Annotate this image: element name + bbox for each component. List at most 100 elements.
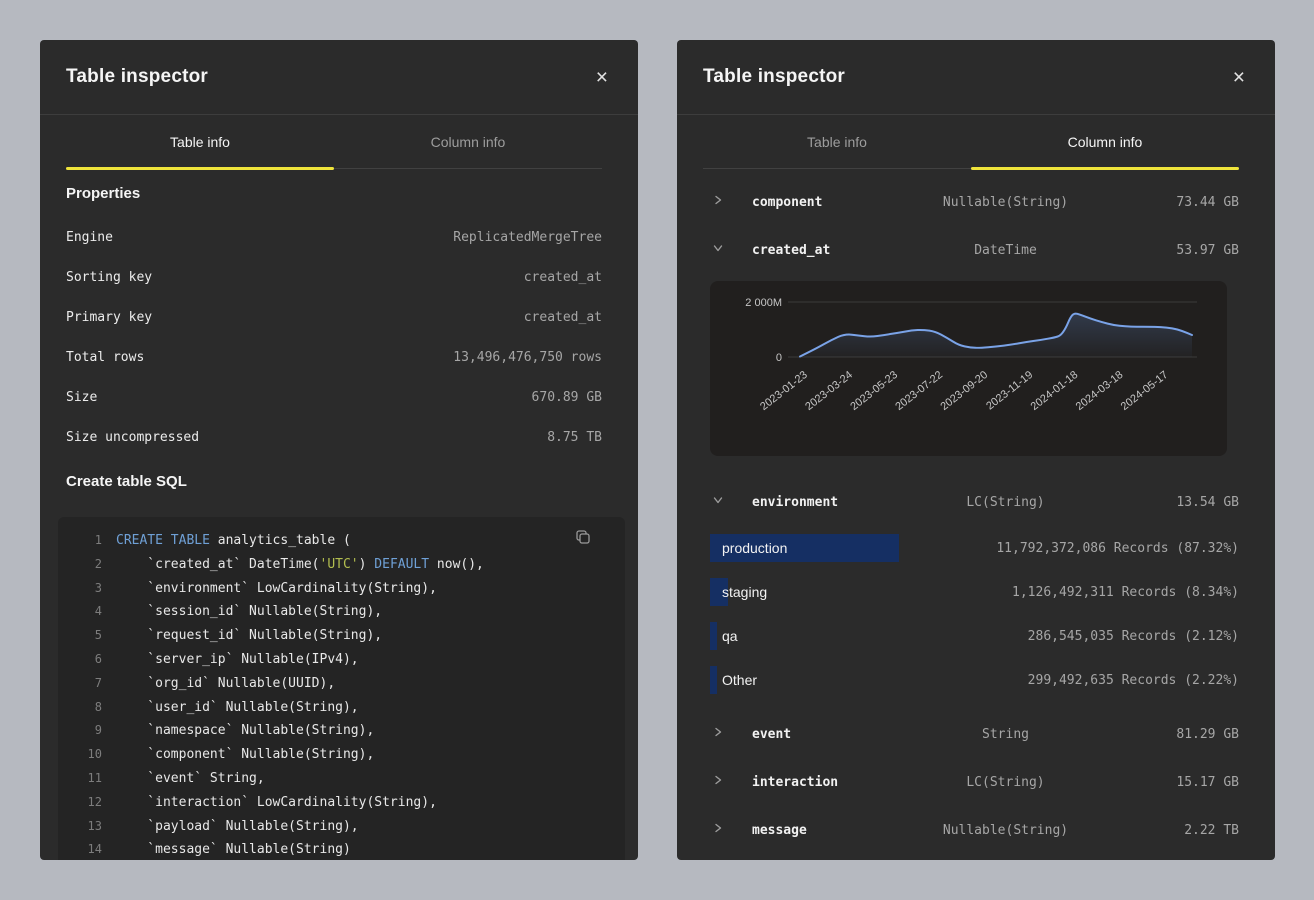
line-number: 14 — [58, 838, 116, 860]
properties-heading: Properties — [40, 169, 638, 211]
sql-code-text: `environment` LowCardinality(String), — [116, 577, 437, 601]
tab-table-info[interactable]: Table info — [703, 115, 971, 169]
chevron-cell — [703, 774, 752, 790]
sql-code-line: 11 `event` String, — [58, 767, 625, 791]
sql-code-text: `event` String, — [116, 767, 265, 791]
dialog-title: Table inspector — [703, 66, 845, 88]
column-name: created_at — [752, 243, 902, 258]
column-size: 73.44 GB — [1109, 195, 1239, 210]
value-record-count: 1,126,492,311 Records (8.34%) — [1012, 585, 1239, 600]
value-label: Other — [722, 672, 757, 688]
sql-code-line: 4 `session_id` Nullable(String), — [58, 600, 625, 624]
environment-value-row: staging1,126,492,311 Records (8.34%) — [710, 570, 1239, 614]
chevron-right-icon[interactable] — [712, 726, 724, 738]
sql-code-line: 2 `created_at` DateTime('UTC') DEFAULT n… — [58, 553, 625, 577]
column-row-environment[interactable]: environmentLC(String)13.54 GB — [703, 478, 1239, 526]
sql-code-text: `payload` Nullable(String), — [116, 815, 359, 839]
property-label: Size — [66, 390, 97, 405]
x-tick-label: 2024-05-17 — [1119, 369, 1171, 413]
x-tick-label: 2024-03-18 — [1074, 369, 1126, 413]
x-tick-label: 2023-09-20 — [938, 369, 990, 413]
line-number: 10 — [58, 743, 116, 767]
tab-table-info[interactable]: Table info — [66, 115, 334, 169]
sql-code-text: `server_ip` Nullable(IPv4), — [116, 648, 359, 672]
value-record-count: 299,492,635 Records (2.22%) — [1028, 673, 1239, 688]
sql-code-line: 6 `server_ip` Nullable(IPv4), — [58, 648, 625, 672]
copy-icon[interactable] — [573, 527, 591, 550]
column-type: Nullable(String) — [902, 195, 1109, 210]
line-number: 13 — [58, 815, 116, 839]
chevron-right-icon[interactable] — [712, 822, 724, 834]
sql-code-text: `namespace` Nullable(String), — [116, 719, 374, 743]
sql-code-line: 14 `message` Nullable(String) — [58, 838, 625, 860]
dialog-header: Table inspector × — [677, 40, 1275, 115]
property-row: Size670.89 GB — [66, 377, 602, 417]
chevron-cell — [703, 726, 752, 742]
property-value: 13,496,476,750 rows — [453, 350, 602, 365]
property-row: Primary keycreated_at — [66, 297, 602, 337]
property-value: created_at — [524, 270, 602, 285]
table-inspector-dialog-right: Table inspector × Table info Column info… — [677, 40, 1275, 860]
sql-code-line: 7 `org_id` Nullable(UUID), — [58, 672, 625, 696]
properties-list: EngineReplicatedMergeTree Sorting key crea… — [40, 211, 638, 457]
sql-code-lines: 1CREATE TABLE analytics_table (2 `create… — [58, 529, 625, 860]
x-tick-label: 2023-03-24 — [803, 369, 855, 413]
column-type: DateTime — [902, 243, 1109, 258]
property-label: Sorting key — [66, 270, 152, 285]
chevron-right-icon[interactable] — [712, 194, 724, 206]
column-row-event[interactable]: eventString81.29 GB — [703, 710, 1239, 758]
sql-code-text: `interaction` LowCardinality(String), — [116, 791, 437, 815]
column-size: 53.97 GB — [1109, 243, 1239, 258]
histogram-panel: 2 000M 0 2023-01-232023-03-242023-05-232… — [710, 281, 1227, 456]
tab-column-info[interactable]: Column info — [334, 115, 602, 169]
column-row-message[interactable]: messageNullable(String)2.22 TB — [703, 806, 1239, 854]
sql-code-text: `session_id` Nullable(String), — [116, 600, 382, 624]
value-label: qa — [722, 628, 738, 644]
x-tick-label: 2023-05-23 — [848, 369, 900, 413]
close-icon[interactable]: × — [1233, 67, 1245, 88]
sql-code-text: `message` Nullable(String) — [116, 838, 351, 860]
line-number: 4 — [58, 600, 116, 624]
tab-bar: Table info Column info — [66, 115, 602, 169]
created-at-histogram-chart: 2 000M 0 2023-01-232023-03-242023-05-232… — [710, 281, 1227, 456]
chevron-down-icon[interactable] — [712, 242, 724, 254]
chevron-right-icon[interactable] — [712, 774, 724, 786]
line-number: 11 — [58, 767, 116, 791]
property-row: EngineReplicatedMergeTree — [66, 217, 602, 257]
property-label: Size uncompressed — [66, 430, 199, 445]
environment-value-row: qa286,545,035 Records (2.12%) — [710, 614, 1239, 658]
sql-code-line: 10 `component` Nullable(String), — [58, 743, 625, 767]
column-row-component[interactable]: componentNullable(String)73.44 GB — [703, 178, 1239, 226]
property-value: created_at — [524, 310, 602, 325]
column-row-interaction[interactable]: interactionLC(String)15.17 GB — [703, 758, 1239, 806]
sql-code-line: 8 `user_id` Nullable(String), — [58, 696, 625, 720]
x-tick-label: 2023-07-22 — [893, 369, 945, 413]
chevron-down-icon[interactable] — [712, 494, 724, 506]
column-name: component — [752, 195, 902, 210]
sql-code-text: `component` Nullable(String), — [116, 743, 374, 767]
column-row-created_at[interactable]: created_atDateTime53.97 GB — [703, 226, 1239, 274]
column-name: interaction — [752, 775, 902, 790]
column-type: String — [902, 727, 1109, 742]
line-number: 1 — [58, 529, 116, 553]
tab-column-info[interactable]: Column info — [971, 115, 1239, 169]
dialog-title: Table inspector — [66, 66, 208, 88]
sql-code-text: CREATE TABLE analytics_table ( — [116, 529, 351, 553]
x-tick-label: 2024-01-18 — [1029, 369, 1081, 413]
value-label: production — [722, 540, 787, 556]
spacer — [703, 702, 1239, 710]
property-value: 8.75 TB — [547, 430, 602, 445]
line-number: 2 — [58, 553, 116, 577]
property-row: Sorting key created_at — [66, 257, 602, 297]
environment-value-row: Other 299,492,635 Records (2.22%) — [710, 658, 1239, 702]
close-icon[interactable]: × — [596, 67, 608, 88]
property-row: Size uncompressed 8.75 TB — [66, 417, 602, 457]
line-number: 12 — [58, 791, 116, 815]
sql-code-text: `user_id` Nullable(String), — [116, 696, 359, 720]
sql-code-line: 13 `payload` Nullable(String), — [58, 815, 625, 839]
column-type: Nullable(String) — [902, 823, 1109, 838]
line-number: 6 — [58, 648, 116, 672]
y-tick-label: 2 000M — [745, 297, 782, 309]
column-size: 13.54 GB — [1109, 495, 1239, 510]
column-type: LC(String) — [902, 775, 1109, 790]
